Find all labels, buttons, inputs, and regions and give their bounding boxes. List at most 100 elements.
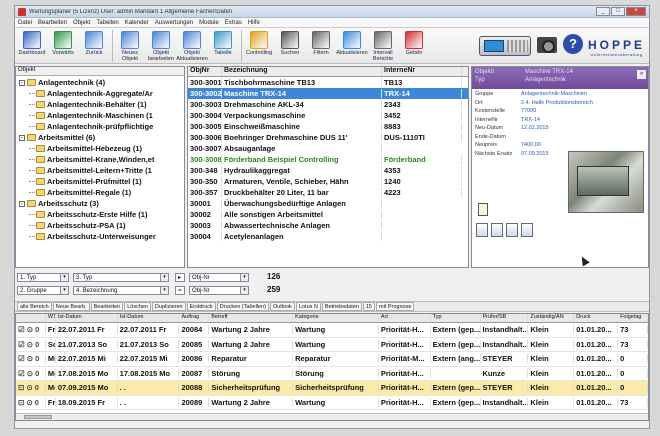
tools-icon[interactable] xyxy=(521,223,533,237)
toolbar-button-12[interactable]: Gefahr xyxy=(399,30,429,64)
object-row[interactable]: 300-3008 Förderband Beispiel Controlling F… xyxy=(188,154,468,165)
object-row[interactable]: 300-3005 Einschweißmaschine 8883 xyxy=(188,121,468,132)
tree-node[interactable]: Arbeitsmittel-Krane,Winden,et xyxy=(19,154,184,165)
mobile-device-icon[interactable] xyxy=(479,36,531,56)
task-toolbar-button-6[interactable]: Drucken (Tabellen) xyxy=(216,302,269,311)
object-row[interactable]: 30004 Acetylenanlagen xyxy=(188,231,468,242)
minimize-button[interactable]: _ xyxy=(596,7,610,16)
machine-photo[interactable] xyxy=(568,151,644,213)
object-row[interactable]: 300-3002 Maschine TRX-14 TRX-14 xyxy=(188,88,468,99)
task-toolbar-button-4[interactable]: Duplizieren xyxy=(152,302,186,311)
object-row[interactable]: 300-3003 Drehmaschine AKL-34 2343 xyxy=(188,99,468,110)
object-row[interactable]: 30001 Überwachungsbedürftige Anlagen xyxy=(188,198,468,209)
tree-node[interactable]: Arbeitsschutz-PSA (1) xyxy=(19,220,184,231)
camera-icon[interactable] xyxy=(537,37,557,53)
task-col-header[interactable] xyxy=(16,314,46,322)
toolbar-button-7[interactable]: Controlling xyxy=(244,30,274,64)
toolbar-button-1[interactable]: Vorwärts xyxy=(48,30,78,64)
tree-node[interactable]: Arbeitsmittel-Prüfmittel (1) xyxy=(19,176,184,187)
object-row[interactable]: 300-3004 Verpackungsmaschine 3452 xyxy=(188,110,468,121)
tree-node[interactable]: - Anlagentechnik (4) xyxy=(19,77,184,88)
object-row[interactable]: 300-350 Armaturen, Ventile, Schieber, Häh… xyxy=(188,176,468,187)
tree-node[interactable]: Anlagentechnik-Aggregate/Ar xyxy=(19,88,184,99)
tree-node[interactable]: Arbeitsschutz-Erste Hilfe (1) xyxy=(19,209,184,220)
filter-equals-icon[interactable]: = xyxy=(175,286,185,295)
tree-node[interactable]: Arbeitsmittel-Regale (1) xyxy=(19,187,184,198)
count-2-select[interactable]: Obj-Nr ▾ xyxy=(189,286,249,295)
task-row[interactable]: ⊡ ⊙ 0 Fr 18.09.2015 Fr. . 20089 Wartung 2 Ja… xyxy=(16,396,648,410)
menu-item-6[interactable]: Module xyxy=(199,20,219,26)
menu-item-8[interactable]: Hilfe xyxy=(248,20,260,26)
task-row[interactable]: ☑ ⊙ 0 Mi 22.07.2015 Mi 22.07.2015 Mi 20086 Re… xyxy=(16,352,648,367)
task-col-header[interactable]: WT xyxy=(46,314,56,322)
toolbar-button-9[interactable]: Filtern xyxy=(306,30,336,64)
col-bezeichnung[interactable]: Bezeichnung xyxy=(222,67,382,76)
horizontal-scrollbar[interactable] xyxy=(16,413,648,420)
help-icon[interactable]: ? xyxy=(563,34,583,54)
menu-item-1[interactable]: Bearbeiten xyxy=(38,20,67,26)
object-row[interactable]: 300-3006 Boehringer Drehmaschine DUS 11' D… xyxy=(188,132,468,143)
calendar-icon[interactable] xyxy=(491,223,503,237)
menu-item-2[interactable]: Objekt xyxy=(73,20,90,26)
tree-node[interactable]: Arbeitsschutz-Unterweisunger xyxy=(19,231,184,242)
menu-item-0[interactable]: Datei xyxy=(18,20,32,26)
task-col-header[interactable]: Ist-Datum xyxy=(56,314,118,322)
menu-item-4[interactable]: Kalender xyxy=(125,20,149,26)
tree-node[interactable]: Anlagentechnik-prüfpflichtige xyxy=(19,121,184,132)
tree-node[interactable]: Arbeitsmittel-Hebezeug (1) xyxy=(19,143,184,154)
document-icon[interactable] xyxy=(478,203,488,216)
toolbar-button-11[interactable]: Intervall Berichte xyxy=(368,30,398,64)
attach-icon[interactable] xyxy=(476,223,488,237)
col-objnr[interactable]: ObjNr xyxy=(188,67,222,76)
task-col-header[interactable]: Kategorie xyxy=(293,314,379,322)
maximize-button[interactable]: □ xyxy=(611,7,625,16)
toolbar-button-3[interactable]: Neues Objekt xyxy=(115,30,145,64)
task-col-header[interactable]: Druck xyxy=(574,314,619,322)
task-toolbar-button-5[interactable]: Erstdruck xyxy=(186,302,216,311)
tree-header[interactable]: Objekt xyxy=(16,67,184,76)
toolbar-button-4[interactable]: Objekt bearbeiten xyxy=(146,30,176,64)
object-row[interactable]: 30002 Alle sonstigen Arbeitsmittel xyxy=(188,209,468,220)
task-col-header[interactable]: Folgetag xyxy=(618,314,648,322)
filter-1-select[interactable]: 1. Typ ▾ xyxy=(17,273,69,282)
object-row[interactable]: 30003 Abwassertechnische Anlagen xyxy=(188,220,468,231)
toolbar-button-2[interactable]: Zurück xyxy=(79,30,109,64)
task-toolbar-button-8[interactable]: Lotus N xyxy=(295,302,321,311)
task-col-header[interactable]: Betreff xyxy=(209,314,294,322)
filter-apply-icon[interactable]: ▸ xyxy=(175,273,185,282)
collapse-icon[interactable]: - xyxy=(19,79,25,86)
task-col-header[interactable]: Prüfer/SB xyxy=(481,314,529,322)
task-row[interactable]: ☑ ⊙ 0So21.07.2013 So21.07.2013 So20085Wa… xyxy=(16,338,648,352)
collapse-icon[interactable]: - xyxy=(19,200,25,207)
menu-item-3[interactable]: Tabellen xyxy=(96,20,118,26)
filter-2-select[interactable]: 2. Gruppe ▾ xyxy=(17,286,69,295)
detail-next-button[interactable]: » xyxy=(637,70,646,79)
task-toolbar-button-3[interactable]: Löschen xyxy=(124,302,152,311)
collapse-icon[interactable]: - xyxy=(19,134,25,141)
task-row[interactable]: ☑ ⊙ 0Mo17.08.2015 Mo17.08.2015 Mo20087St… xyxy=(16,367,648,381)
toolbar-button-5[interactable]: Objekt Aktualisieren xyxy=(176,30,208,64)
toolbar-button-8[interactable]: Suchen xyxy=(275,30,305,64)
task-toolbar-button-9[interactable]: Betriebsdaten xyxy=(321,302,362,311)
task-col-header[interactable]: Ist-Datum xyxy=(118,314,180,322)
task-toolbar-button-1[interactable]: Neue Bearb. xyxy=(52,302,90,311)
task-row[interactable]: ☑ ⊙ 0 Fr 22.07.2011 Fr 22.07.2011 Fr 20084 Wa… xyxy=(16,323,648,338)
count-1-select[interactable]: Obj-Nr ▾ xyxy=(189,273,249,282)
menu-item-7[interactable]: Extras xyxy=(225,20,242,26)
object-row[interactable]: 300-357 Druckbehälter 20 Liter, 11 bar 422… xyxy=(188,187,468,198)
tree-node[interactable]: Anlagentechnik-Behälter (1) xyxy=(19,99,184,110)
task-col-header[interactable]: Auftrag xyxy=(179,314,210,322)
task-toolbar-button-11[interactable]: mit Prognose xyxy=(375,302,415,311)
tree-node[interactable]: - Arbeitsschutz (3) xyxy=(19,198,184,209)
toolbar-button-6[interactable]: Tabelle xyxy=(208,30,238,64)
task-col-header[interactable]: Art xyxy=(379,314,431,322)
filter-3-select[interactable]: 3. Typ ▾ xyxy=(73,273,169,282)
task-toolbar-button-0[interactable]: alle Bereich xyxy=(17,302,52,311)
task-toolbar-button-10[interactable]: 15 xyxy=(362,302,375,311)
tree-node[interactable]: Arbeitsmittel-Leitern+Tritte (1 xyxy=(19,165,184,176)
object-row[interactable]: 300-3001 Tischbohrmaschine TB13 TB13 xyxy=(188,77,468,88)
filter-4-select[interactable]: 4. Bezeichnung ▾ xyxy=(73,286,169,295)
task-col-header[interactable]: Typ xyxy=(431,314,481,322)
close-button[interactable]: × xyxy=(626,7,646,16)
task-toolbar-button-2[interactable]: Bearbeiten xyxy=(90,302,124,311)
